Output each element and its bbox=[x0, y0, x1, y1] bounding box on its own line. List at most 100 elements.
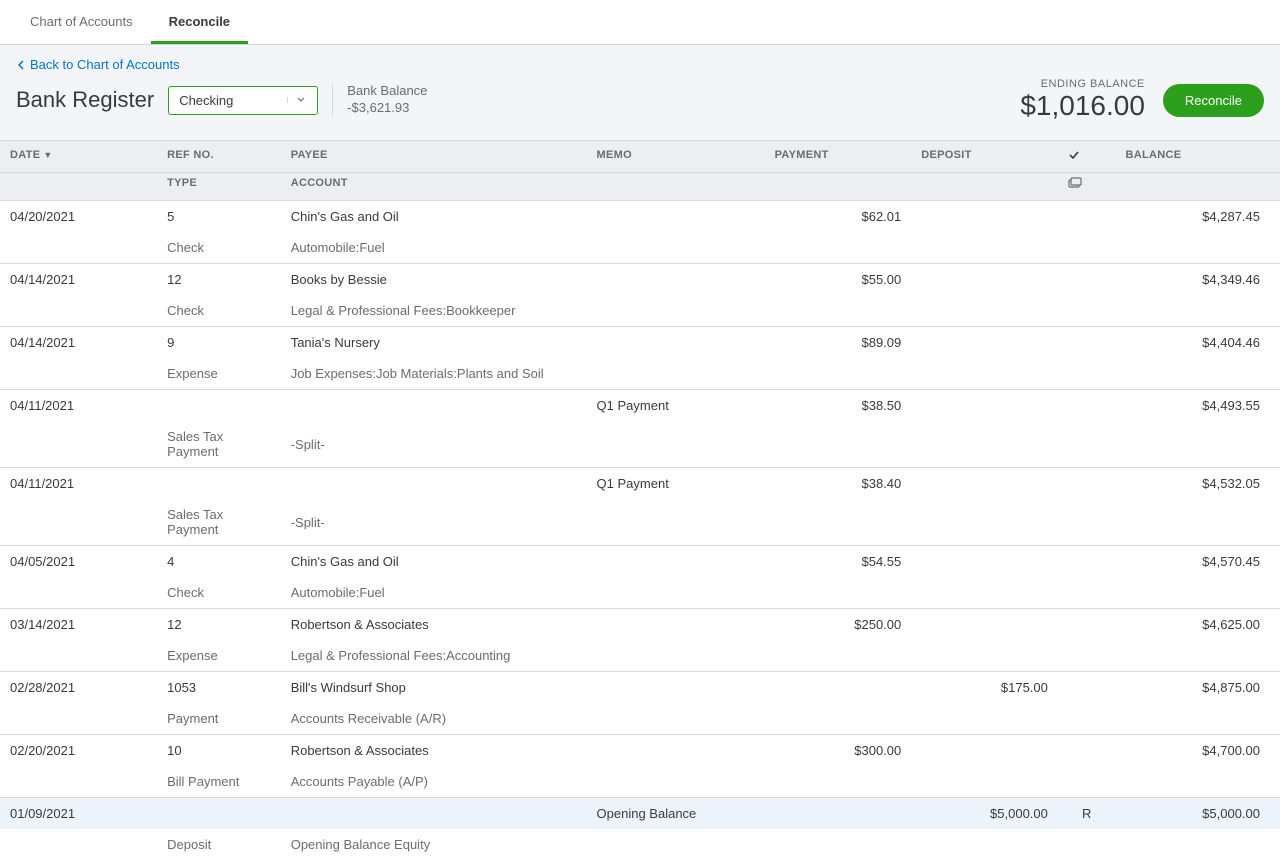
cell-memo bbox=[587, 672, 765, 704]
cell-date: 01/09/2021 bbox=[0, 798, 157, 830]
table-row-sub[interactable]: DepositOpening Balance Equity bbox=[0, 829, 1280, 860]
cell-ref: 5 bbox=[157, 201, 281, 233]
cell-ref: 9 bbox=[157, 327, 281, 359]
bank-balance-value: -$3,621.93 bbox=[347, 100, 427, 117]
cell-deposit bbox=[911, 735, 1058, 767]
cell-reconciled: R bbox=[1058, 798, 1116, 830]
cell-payee bbox=[281, 390, 587, 422]
ending-balance-label: ENDING BALANCE bbox=[1020, 78, 1145, 90]
table-row-sub[interactable]: CheckLegal & Professional Fees:Bookkeepe… bbox=[0, 295, 1280, 327]
cell-memo bbox=[587, 546, 765, 578]
reconcile-button[interactable]: Reconcile bbox=[1163, 84, 1264, 117]
column-memo[interactable]: MEMO bbox=[587, 141, 765, 173]
cell-balance: $4,625.00 bbox=[1116, 609, 1280, 641]
table-row[interactable]: 04/05/20214Chin's Gas and Oil$54.55$4,57… bbox=[0, 546, 1280, 578]
cell-account: Legal & Professional Fees:Bookkeeper bbox=[281, 295, 587, 327]
cell-date: 03/14/2021 bbox=[0, 609, 157, 641]
cell-deposit bbox=[911, 390, 1058, 422]
cell-type: Expense bbox=[157, 640, 281, 672]
cell-payee: Robertson & Associates bbox=[281, 735, 587, 767]
cell-reconciled bbox=[1058, 609, 1116, 641]
table-row[interactable]: 02/20/202110Robertson & Associates $300.0… bbox=[0, 735, 1280, 767]
table-row[interactable]: 03/14/202112Robertson & Associates$250.0… bbox=[0, 609, 1280, 641]
cell-payment: $250.00 bbox=[765, 609, 912, 641]
cell-memo bbox=[587, 264, 765, 296]
cell-type: Sales Tax Payment bbox=[157, 499, 281, 546]
cell-reconciled bbox=[1058, 390, 1116, 422]
cell-memo bbox=[587, 609, 765, 641]
table-row[interactable]: 04/11/2021Q1 Payment$38.50$4,493.55 bbox=[0, 390, 1280, 422]
account-select[interactable]: Checking bbox=[168, 86, 318, 115]
back-to-chart-link[interactable]: Back to Chart of Accounts bbox=[16, 57, 180, 72]
tab-chart-of-accounts[interactable]: Chart of Accounts bbox=[12, 0, 151, 44]
table-row[interactable]: 04/11/2021Q1 Payment$38.40$4,532.05 bbox=[0, 468, 1280, 500]
column-payee[interactable]: PAYEE bbox=[281, 141, 587, 173]
cell-account: Accounts Payable (A/P) bbox=[281, 766, 587, 798]
checkmark-icon bbox=[1068, 149, 1080, 161]
cell-payment: $62.01 bbox=[765, 201, 912, 233]
cell-deposit bbox=[911, 468, 1058, 500]
cell-reconciled bbox=[1058, 264, 1116, 296]
table-row-sub[interactable]: Bill PaymentAccounts Payable (A/P) bbox=[0, 766, 1280, 798]
cell-ref: 4 bbox=[157, 546, 281, 578]
cell-ref bbox=[157, 468, 281, 500]
cell-memo: Q1 Payment bbox=[587, 390, 765, 422]
cell-deposit bbox=[911, 546, 1058, 578]
cell-payment bbox=[765, 798, 912, 830]
table-row[interactable]: 04/14/20219Tania's Nursery$89.09$4,404.4… bbox=[0, 327, 1280, 359]
column-account[interactable]: ACCOUNT bbox=[281, 173, 587, 201]
table-row-sub[interactable]: ExpenseLegal & Professional Fees:Account… bbox=[0, 640, 1280, 672]
cell-payee bbox=[281, 468, 587, 500]
cell-memo: Opening Balance bbox=[587, 798, 765, 830]
cell-date: 04/14/2021 bbox=[0, 327, 157, 359]
table-row-sub[interactable]: Sales Tax Payment-Split- bbox=[0, 499, 1280, 546]
cell-payment bbox=[765, 672, 912, 704]
cell-payment: $54.55 bbox=[765, 546, 912, 578]
table-row[interactable]: 02/28/20211053Bill's Windsurf Shop$175.0… bbox=[0, 672, 1280, 704]
column-type[interactable]: TYPE bbox=[157, 173, 281, 201]
cell-type: Check bbox=[157, 295, 281, 327]
cell-payment: $300.00 bbox=[765, 735, 912, 767]
column-date[interactable]: DATE▼ bbox=[0, 141, 157, 173]
cell-payee: Chin's Gas and Oil bbox=[281, 546, 587, 578]
cell-payee: Bill's Windsurf Shop bbox=[281, 672, 587, 704]
cell-reconciled bbox=[1058, 327, 1116, 359]
cell-memo: Q1 Payment bbox=[587, 468, 765, 500]
cell-date: 02/20/2021 bbox=[0, 735, 157, 767]
cell-balance: $4,287.45 bbox=[1116, 201, 1280, 233]
chevron-down-icon bbox=[287, 97, 307, 103]
cell-payee: Chin's Gas and Oil bbox=[281, 201, 587, 233]
cell-reconciled bbox=[1058, 201, 1116, 233]
sort-caret-down-icon: ▼ bbox=[43, 150, 52, 160]
cell-account: Legal & Professional Fees:Accounting bbox=[281, 640, 587, 672]
table-row[interactable]: 04/14/202112Books by Bessie$55.00$4,349.… bbox=[0, 264, 1280, 296]
cell-balance: $4,349.46 bbox=[1116, 264, 1280, 296]
column-payment[interactable]: PAYMENT bbox=[765, 141, 912, 173]
table-row-sub[interactable]: CheckAutomobile:Fuel bbox=[0, 577, 1280, 609]
column-ref-no[interactable]: REF NO. bbox=[157, 141, 281, 173]
table-row[interactable]: 01/09/2021Opening Balance$5,000.00R$5,00… bbox=[0, 798, 1280, 830]
cell-ref bbox=[157, 390, 281, 422]
cell-ref: 12 bbox=[157, 609, 281, 641]
cell-ref: 10 bbox=[157, 735, 281, 767]
cell-balance: $4,570.45 bbox=[1116, 546, 1280, 578]
tab-reconcile[interactable]: Reconcile bbox=[151, 0, 248, 44]
table-row[interactable]: 04/20/20215Chin's Gas and Oil$62.01$4,28… bbox=[0, 201, 1280, 233]
column-reconciled[interactable] bbox=[1058, 141, 1116, 173]
column-deposit[interactable]: DEPOSIT bbox=[911, 141, 1058, 173]
cell-account: Automobile:Fuel bbox=[281, 577, 587, 609]
table-row-sub[interactable]: ExpenseJob Expenses:Job Materials:Plants… bbox=[0, 358, 1280, 390]
table-row-sub[interactable]: CheckAutomobile:Fuel bbox=[0, 232, 1280, 264]
top-tabs: Chart of Accounts Reconcile bbox=[0, 0, 1280, 45]
column-attachments[interactable] bbox=[1058, 173, 1116, 201]
cell-account: -Split- bbox=[281, 421, 587, 468]
register-table: DATE▼ REF NO. PAYEE MEMO PAYMENT DEPOSIT… bbox=[0, 141, 1280, 860]
cell-account: Automobile:Fuel bbox=[281, 232, 587, 264]
column-balance[interactable]: BALANCE bbox=[1116, 141, 1280, 173]
cell-account: Job Expenses:Job Materials:Plants and So… bbox=[281, 358, 587, 390]
page-title: Bank Register bbox=[16, 87, 154, 113]
cell-deposit: $5,000.00 bbox=[911, 798, 1058, 830]
attachment-stack-icon bbox=[1068, 177, 1082, 189]
cell-memo bbox=[587, 201, 765, 233]
table-row-sub[interactable]: Sales Tax Payment-Split- bbox=[0, 421, 1280, 468]
